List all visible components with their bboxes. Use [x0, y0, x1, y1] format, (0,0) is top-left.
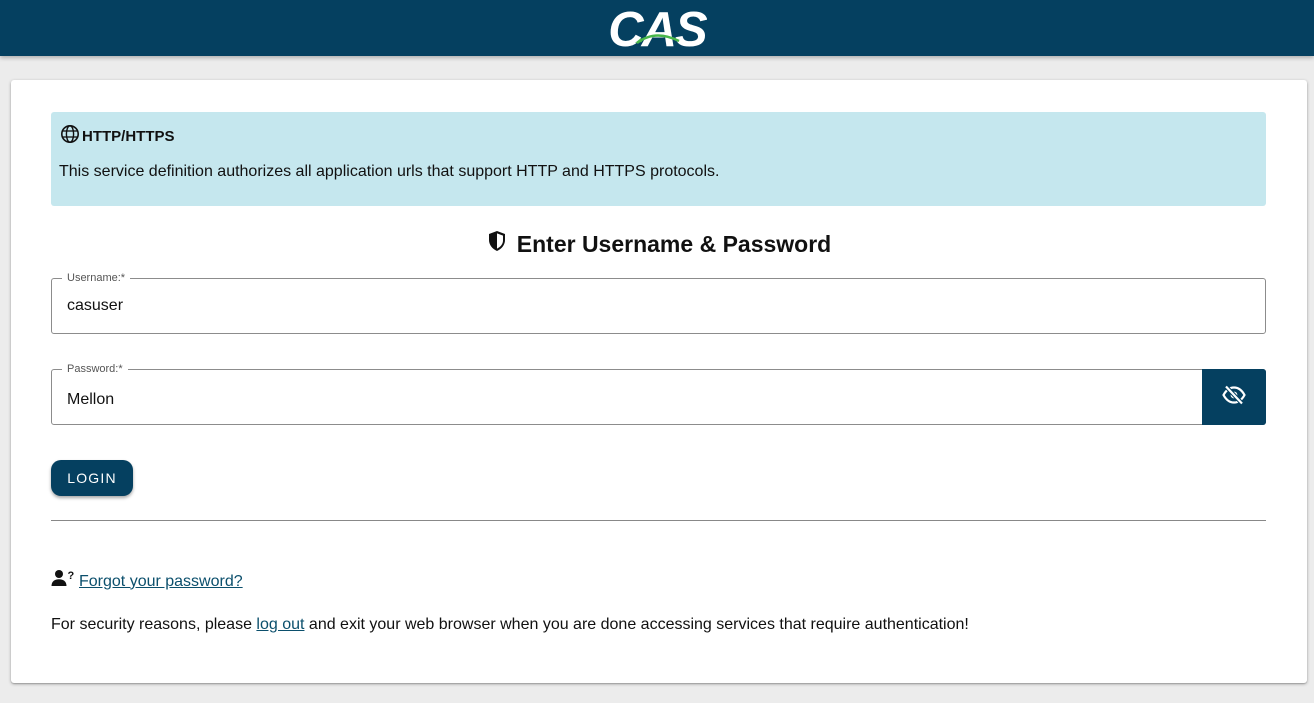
security-note-suffix: and exit your web browser when you are d… [304, 616, 969, 633]
service-description: This service definition authorizes all a… [59, 163, 720, 180]
service-info-banner: HTTP/HTTPS This service definition autho… [51, 112, 1266, 206]
toggle-password-visibility-button[interactable] [1202, 369, 1266, 425]
user-question-icon: ? [51, 569, 79, 594]
shield-icon [487, 230, 517, 258]
forgot-password-row: ? Forgot your password? [51, 569, 243, 594]
username-field[interactable]: Username:* casuser [51, 271, 1266, 334]
username-input[interactable]: casuser [67, 279, 123, 333]
service-title-row: HTTP/HTTPS [60, 124, 175, 148]
divider [51, 520, 1266, 521]
svg-text:CAS: CAS [608, 3, 707, 53]
password-field[interactable]: Password:* Mellon [51, 362, 1266, 427]
forgot-password-link[interactable]: Forgot your password? [79, 573, 243, 591]
login-card: HTTP/HTTPS This service definition autho… [11, 80, 1307, 683]
security-note-prefix: For security reasons, please [51, 616, 257, 633]
header-bar: CAS [0, 0, 1314, 56]
security-note: For security reasons, please log out and… [51, 616, 969, 634]
logout-link[interactable]: log out [256, 616, 304, 633]
eye-off-icon [1222, 384, 1246, 410]
login-button[interactable]: LOGIN [51, 460, 133, 496]
form-heading-text: Enter Username & Password [516, 230, 832, 257]
svg-text:?: ? [68, 570, 75, 582]
password-input[interactable]: Mellon [67, 373, 114, 427]
cas-logo: CAS [607, 3, 707, 53]
globe-icon [60, 124, 82, 148]
form-heading: Enter Username & Password [11, 230, 1307, 258]
service-title: HTTP/HTTPS [82, 127, 175, 145]
